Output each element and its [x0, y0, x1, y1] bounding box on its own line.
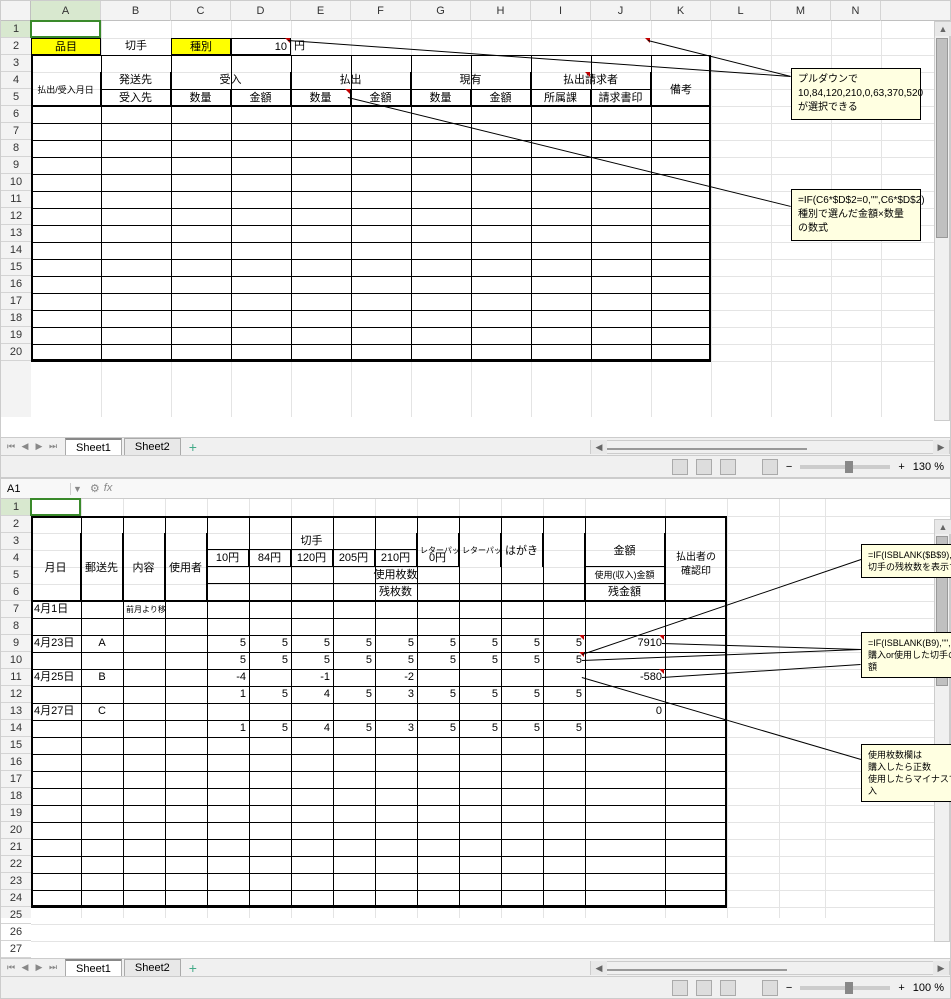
view-break-icon[interactable] [720, 980, 736, 996]
spreadsheet-pane-2: A1 ▼ ⚙ fx ABCDEFGHIJKLMNOPQ 123456789101… [0, 478, 951, 999]
cell-comment: プルダウンで 10,84,120,210,0,63,370,520が選択できる [791, 68, 921, 120]
zoom-level-2[interactable]: 100 % [913, 982, 944, 994]
statusbar-2: − + 100 % [1, 976, 950, 998]
tab-sheet2[interactable]: Sheet2 [124, 438, 181, 455]
vertical-scrollbar-1[interactable]: ▲ [934, 21, 950, 421]
tab-sheet1[interactable]: Sheet1 [65, 438, 122, 456]
add-sheet-button[interactable]: + [181, 439, 205, 455]
tab-next-icon[interactable]: ▶ [33, 962, 45, 973]
add-sheet-button[interactable]: + [181, 960, 205, 976]
tab-sheet1[interactable]: Sheet1 [65, 959, 122, 977]
cell-comment: =IF(ISBLANK(B9),"",E9*10+F9*84+G9*120+H9… [861, 632, 951, 678]
view-normal-icon[interactable] [672, 980, 688, 996]
fx-wizard-icon[interactable]: ⚙ [90, 482, 100, 495]
sheet-tabs-1: ⏮ ◀ ▶ ⏭ Sheet1 Sheet2 + ◀ ▶ [1, 437, 950, 455]
tab-first-icon[interactable]: ⏮ [5, 441, 17, 452]
fx-icon[interactable]: fx [104, 482, 113, 495]
cell-comment: =IF(ISBLANK($B$9),"",M8+M9) 切手の残枚数を表示する [861, 544, 951, 578]
tab-last-icon[interactable]: ⏭ [47, 441, 59, 452]
tab-next-icon[interactable]: ▶ [33, 441, 45, 452]
row-headers-1: 1234567891011121314151617181920 [1, 21, 31, 417]
view-page-icon[interactable] [696, 459, 712, 475]
row-headers-2: 1234567891011121314151617181920212223242… [1, 499, 31, 918]
view-page-icon[interactable] [696, 980, 712, 996]
statusbar-1: − + 130 % [1, 455, 950, 477]
zoom-slider-2[interactable] [800, 986, 890, 990]
view-break-icon[interactable] [720, 459, 736, 475]
tab-prev-icon[interactable]: ◀ [19, 962, 31, 973]
zoom-slider-1[interactable] [800, 465, 890, 469]
select-all-1[interactable] [1, 1, 31, 20]
column-headers-1: ABCDEFGHIJKLMN [1, 1, 950, 21]
cell-comment: 使用枚数欄は 購入したら正数 使用したらマイナスで記入 [861, 744, 951, 802]
view-grid-icon[interactable] [762, 980, 778, 996]
scroll-right-icon[interactable]: ▶ [933, 961, 949, 975]
view-normal-icon[interactable] [672, 459, 688, 475]
scroll-left-icon[interactable]: ◀ [591, 961, 607, 975]
scroll-up-icon[interactable]: ▲ [935, 520, 951, 534]
scroll-left-icon[interactable]: ◀ [591, 440, 607, 454]
sheet-tabs-2: ⏮ ◀ ▶ ⏭ Sheet1 Sheet2 + ◀ ▶ [1, 958, 950, 976]
view-grid-icon[interactable] [762, 459, 778, 475]
horizontal-scrollbar-2[interactable]: ◀ ▶ [590, 961, 950, 975]
spreadsheet-pane-1: ABCDEFGHIJKLMN 1234567891011121314151617… [0, 0, 951, 478]
tab-first-icon[interactable]: ⏮ [5, 962, 17, 973]
scroll-up-icon[interactable]: ▲ [935, 22, 951, 36]
vertical-scrollbar-2[interactable]: ▲ [934, 519, 950, 942]
zoom-level-1[interactable]: 130 % [913, 461, 944, 473]
cell-grid-1[interactable]: 品目切手種別10円払出/受入月日発送先受入先受入数量金額払出数量金額現有数量金額… [31, 21, 950, 417]
tab-last-icon[interactable]: ⏭ [47, 962, 59, 973]
cell-comment: =IF(C6*$D$2=0,"",C6*$D$2) 種別で選んだ金額×数量 の数… [791, 189, 921, 241]
scroll-right-icon[interactable]: ▶ [933, 440, 949, 454]
tab-sheet2[interactable]: Sheet2 [124, 959, 181, 976]
name-box[interactable]: A1 [1, 483, 71, 495]
formula-bar-row: A1 ▼ ⚙ fx [1, 479, 950, 499]
cell-grid-2[interactable]: 月日郵送先内容使用者切手レターパック370レターパック520はがき10円84円1… [31, 499, 950, 918]
tab-prev-icon[interactable]: ◀ [19, 441, 31, 452]
horizontal-scrollbar-1[interactable]: ◀ ▶ [590, 440, 950, 454]
